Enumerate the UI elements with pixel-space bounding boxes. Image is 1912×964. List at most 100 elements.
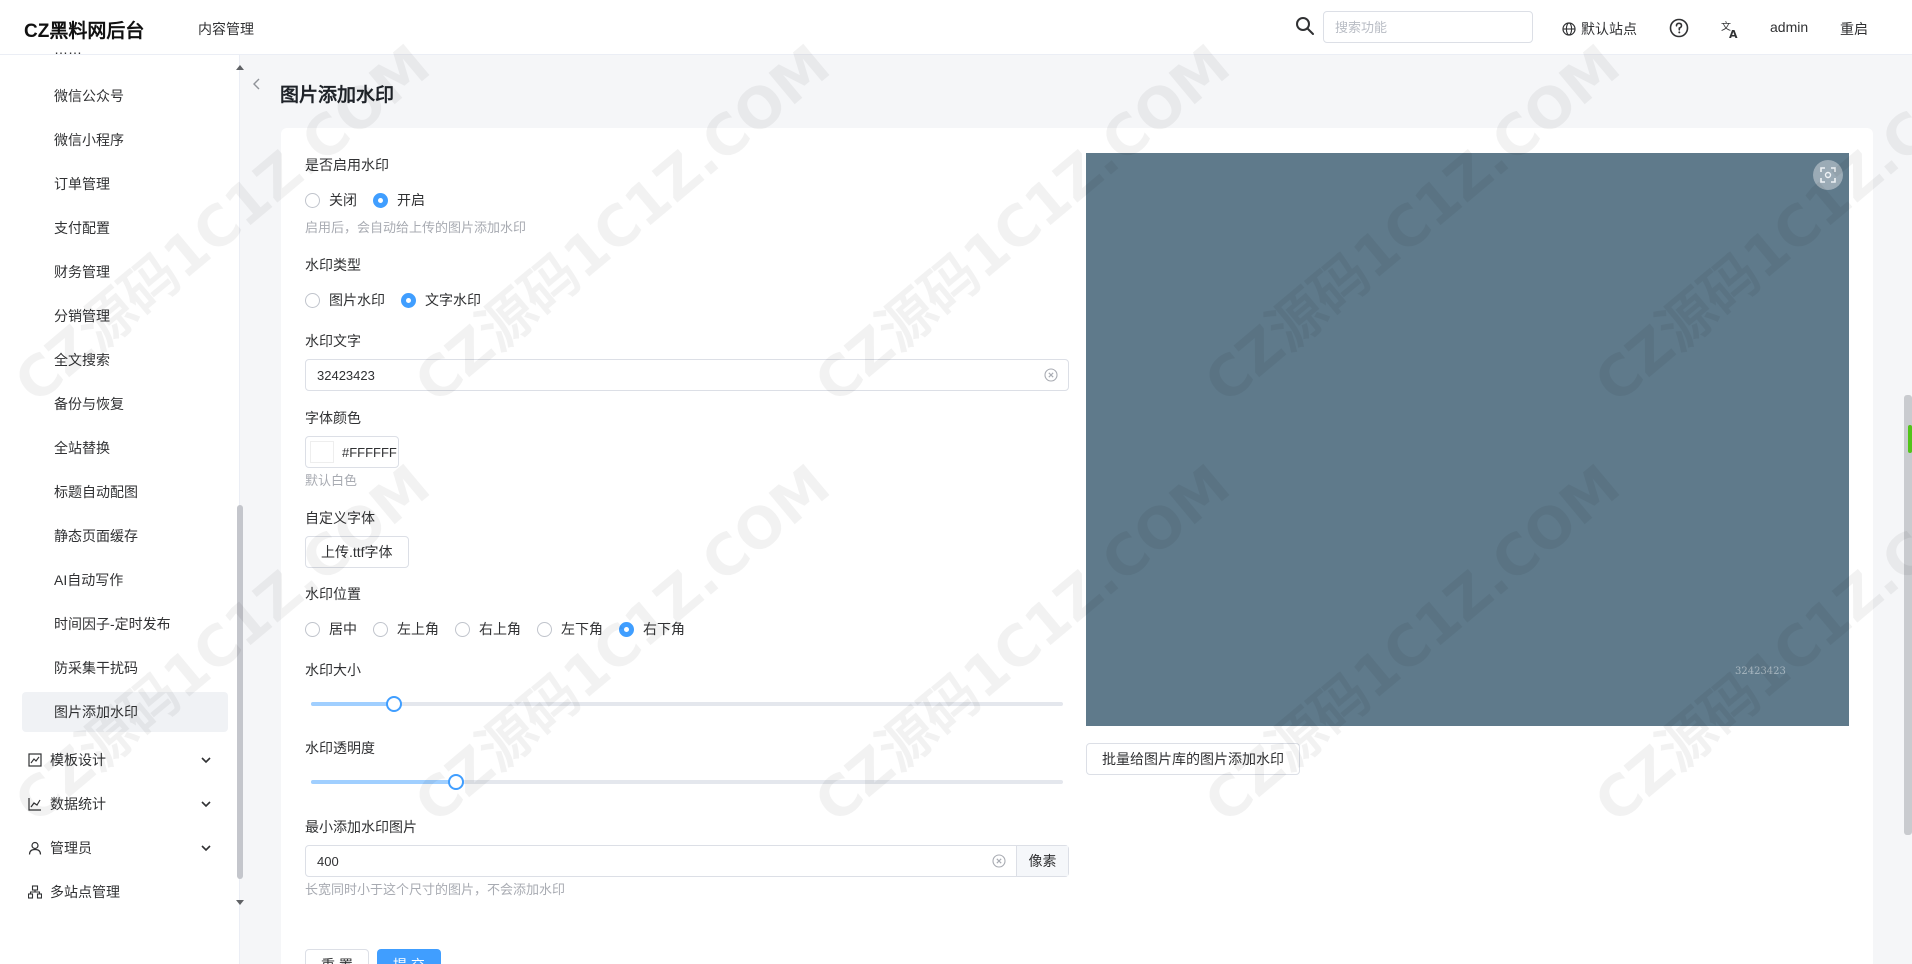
- position-radio-bottom-left[interactable]: 左下角: [537, 619, 603, 639]
- chevron-down-icon: [201, 801, 211, 808]
- sidebar-item-payment[interactable]: 支付配置: [22, 208, 228, 248]
- sidebar-item-wechat-official[interactable]: 微信公众号: [22, 76, 228, 116]
- enable-radio-off[interactable]: 关闭: [305, 190, 357, 210]
- opacity-label: 水印透明度: [305, 740, 375, 756]
- custom-font-label: 自定义字体: [305, 510, 375, 526]
- sidebar-item-anti-scrape[interactable]: 防采集干扰码: [22, 648, 228, 688]
- sidebar-item-ai-writing[interactable]: AI自动写作: [22, 560, 228, 600]
- chevron-down-icon: [201, 757, 211, 764]
- radio-icon: [305, 621, 320, 637]
- sidebar-item-finance[interactable]: 财务管理: [22, 252, 228, 292]
- slider-thumb[interactable]: [448, 774, 465, 790]
- opacity-slider[interactable]: [311, 774, 1063, 790]
- sidebar-group-statistics[interactable]: 数据统计: [22, 784, 212, 824]
- position-radio-center[interactable]: 居中: [305, 619, 357, 639]
- scroll-down-icon[interactable]: [235, 899, 245, 907]
- sidebar-item-backup[interactable]: 备份与恢复: [22, 384, 228, 424]
- type-radio-text[interactable]: 文字水印: [401, 290, 481, 310]
- color-swatch[interactable]: [310, 441, 334, 463]
- restart-button[interactable]: 重启: [1840, 19, 1868, 39]
- app-logo[interactable]: CZ黑料网后台: [24, 16, 144, 43]
- sidebar-item-orders[interactable]: 订单管理: [22, 164, 228, 204]
- site-label: 默认站点: [1581, 21, 1637, 37]
- template-icon: [28, 753, 42, 767]
- site-switch-button[interactable]: 默认站点: [1562, 19, 1637, 39]
- radio-icon: [537, 621, 552, 637]
- sidebar-item-title-auto-image[interactable]: 标题自动配图: [22, 472, 228, 512]
- radio-label: 开启: [397, 192, 425, 208]
- top-nav-content-management[interactable]: 内容管理: [198, 19, 254, 39]
- position-label: 水印位置: [305, 586, 361, 602]
- translate-icon[interactable]: 文 A: [1720, 19, 1740, 39]
- watermark-type-label: 水印类型: [305, 257, 361, 273]
- radio-icon: [305, 292, 320, 308]
- unit-suffix: 像素: [1016, 846, 1068, 876]
- sidebar-group-multisite[interactable]: 多站点管理: [22, 872, 212, 912]
- radio-checked-icon: [373, 192, 388, 208]
- feature-search-input[interactable]: [1323, 11, 1533, 43]
- globe-icon: [1562, 22, 1576, 36]
- sidebar-item-distribution[interactable]: 分销管理: [22, 296, 228, 336]
- slider-fill: [311, 780, 457, 784]
- sidebar-item-wechat-miniprogram[interactable]: 微信小程序: [22, 120, 228, 160]
- fullscreen-icon[interactable]: [1813, 160, 1843, 190]
- watermark-text-input[interactable]: 32423423: [305, 359, 1069, 391]
- upload-font-button[interactable]: 上传.ttf字体: [305, 536, 409, 568]
- sitemap-icon: [28, 885, 42, 899]
- sidebar-item-partial: ……: [54, 49, 82, 57]
- color-hint: 默认白色: [305, 473, 358, 488]
- reset-button[interactable]: 重 置: [305, 949, 369, 964]
- top-header: CZ黑料网后台 内容管理 默认站点 文 A admin 重启: [0, 0, 1912, 55]
- submit-button[interactable]: 提 交: [377, 949, 441, 964]
- page-title: 图片添加水印: [280, 85, 395, 106]
- input-value: 400: [317, 854, 339, 869]
- help-icon[interactable]: [1669, 18, 1689, 38]
- position-radio-top-right[interactable]: 右上角: [455, 619, 521, 639]
- preview-watermark-text: 32423423: [1735, 666, 1786, 677]
- group-label: 多站点管理: [50, 884, 120, 900]
- sidebar-item-fulltext-search[interactable]: 全文搜索: [22, 340, 228, 380]
- radio-icon: [305, 192, 320, 208]
- input-value: 32423423: [317, 368, 375, 383]
- slider-thumb[interactable]: [385, 696, 402, 712]
- chart-icon: [28, 798, 41, 811]
- radio-label: 右上角: [479, 621, 521, 637]
- enable-hint: 启用后，会自动给上传的图片添加水印: [305, 220, 527, 235]
- page-scrollbar[interactable]: [1904, 395, 1912, 835]
- user-icon: [28, 841, 42, 855]
- sidebar-group-template-design[interactable]: 模板设计: [22, 740, 212, 780]
- position-radio-bottom-right[interactable]: 右下角: [619, 619, 685, 639]
- search-icon[interactable]: [1295, 16, 1315, 36]
- color-picker[interactable]: #FFFFFF: [305, 436, 399, 468]
- sidebar-item-scheduled-publish[interactable]: 时间因子-定时发布: [22, 604, 228, 644]
- sidebar-collapse-icon[interactable]: [252, 78, 262, 90]
- radio-label: 图片水印: [329, 292, 385, 308]
- sidebar-item-static-cache[interactable]: 静态页面缓存: [22, 516, 228, 556]
- radio-label: 居中: [329, 621, 357, 637]
- radio-checked-icon: [619, 621, 634, 637]
- slider-fill: [311, 702, 394, 706]
- clear-icon[interactable]: [1044, 368, 1058, 382]
- enable-label: 是否启用水印: [305, 157, 389, 173]
- type-radio-image[interactable]: 图片水印: [305, 290, 385, 310]
- min-size-hint: 长宽同时小于这个尺寸的图片，不会添加水印: [305, 882, 566, 897]
- radio-icon: [373, 621, 388, 637]
- scroll-up-icon[interactable]: [235, 63, 245, 71]
- sidebar-group-admins[interactable]: 管理员: [22, 828, 212, 868]
- group-label: 模板设计: [50, 752, 106, 768]
- sidebar-scrollbar[interactable]: [237, 505, 243, 879]
- user-menu[interactable]: admin: [1770, 19, 1808, 35]
- enable-radio-on[interactable]: 开启: [373, 190, 425, 210]
- min-size-input[interactable]: 400 像素: [305, 845, 1069, 877]
- batch-watermark-button[interactable]: 批量给图片库的图片添加水印: [1086, 743, 1300, 775]
- size-slider[interactable]: [311, 696, 1063, 712]
- size-label: 水印大小: [305, 662, 361, 678]
- sidebar-item-image-watermark[interactable]: 图片添加水印: [22, 692, 228, 732]
- chevron-down-icon: [201, 845, 211, 852]
- position-radio-top-left[interactable]: 左上角: [373, 619, 439, 639]
- svg-text:A: A: [1729, 28, 1738, 39]
- group-label: 管理员: [50, 840, 92, 856]
- scrollbar-accent: [1908, 425, 1912, 453]
- sidebar-item-site-replace[interactable]: 全站替换: [22, 428, 228, 468]
- clear-icon[interactable]: [992, 854, 1006, 868]
